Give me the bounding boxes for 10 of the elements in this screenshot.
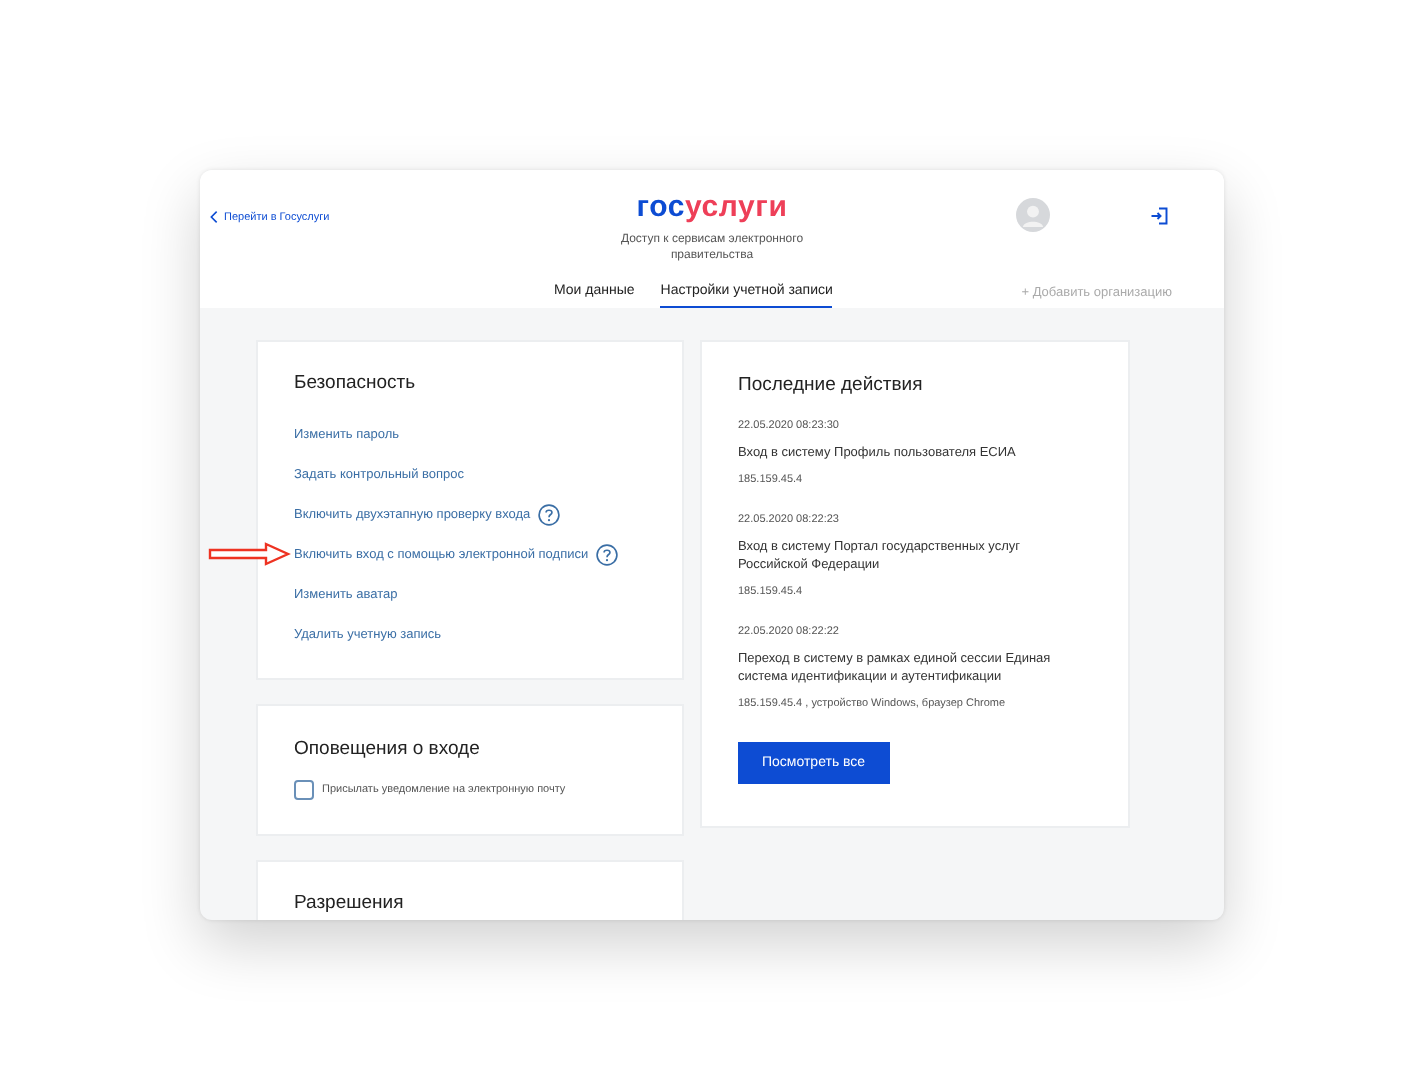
help-icon[interactable] [596, 543, 619, 565]
card-title: Оповещения о входе [294, 738, 482, 760]
checkbox[interactable] [294, 780, 314, 800]
card-title: Последние действия [738, 374, 925, 396]
help-icon[interactable] [538, 503, 561, 525]
logo: госуслуги [634, 190, 790, 224]
card-title: Безопасность [294, 372, 418, 394]
card-title: Разрешения [294, 892, 406, 914]
chevron-left-icon [210, 210, 218, 224]
logout-icon[interactable] [1150, 205, 1168, 225]
